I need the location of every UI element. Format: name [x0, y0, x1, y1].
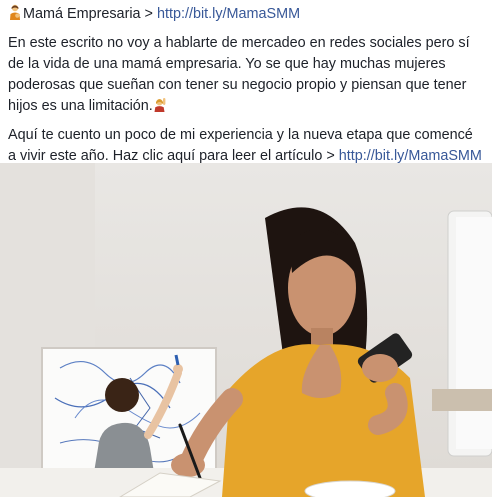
post-paragraph-2: Aquí te cuento un poco de mi experiencia…	[8, 125, 484, 167]
paragraph-1-text: En este escrito no voy a hablarte de mer…	[8, 35, 470, 114]
post-paragraph-1: En este escrito no voy a hablarte de mer…	[8, 33, 484, 119]
woman-with-baby-emoji-icon	[8, 4, 22, 27]
post-heading-line: Mamá Empresaria > http://bit.ly/MamaSMM	[8, 4, 484, 27]
monitor	[447, 210, 492, 457]
mamasmm-link-bottom[interactable]: http://bit.ly/MamaSMM	[339, 148, 482, 164]
shelf-box	[432, 389, 492, 411]
facebook-post: Mamá Empresaria > http://bit.ly/MamaSMM …	[0, 0, 492, 497]
post-text: Mamá Empresaria > http://bit.ly/MamaSMM …	[0, 0, 492, 167]
cup-saucer	[304, 480, 396, 497]
post-heading-label: Mamá Empresaria >	[23, 6, 157, 22]
woman-raising-hand-emoji-icon	[153, 97, 167, 119]
photo-illustration	[0, 163, 492, 497]
mamasmm-link-top[interactable]: http://bit.ly/MamaSMM	[157, 6, 300, 22]
post-photo[interactable]	[0, 163, 492, 497]
